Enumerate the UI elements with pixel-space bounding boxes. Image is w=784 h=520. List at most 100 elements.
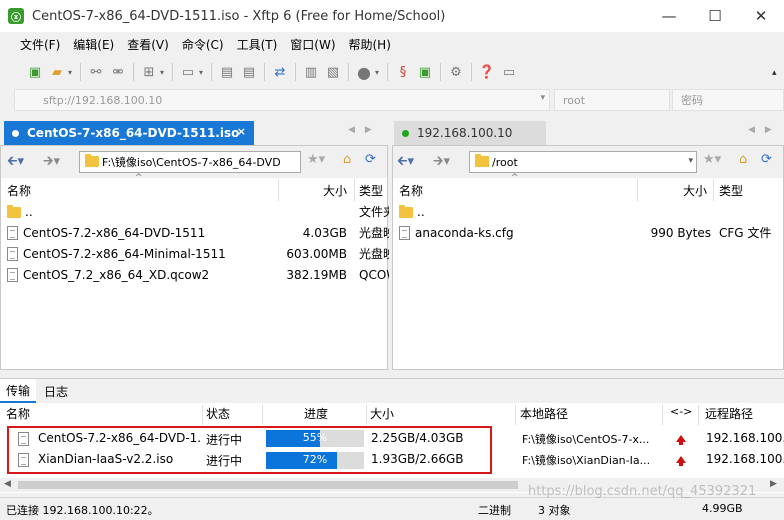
toolbar-overflow-button[interactable]: ▴ <box>772 68 777 78</box>
username-value: root <box>563 93 586 107</box>
column-status[interactable]: 状态 <box>206 405 230 422</box>
forward-button[interactable]: 🡲▾ <box>43 152 60 174</box>
refresh-button[interactable]: ⟳ <box>365 152 376 167</box>
print-button[interactable]: ▧ <box>322 61 344 83</box>
home-button[interactable]: ⌂ <box>343 152 351 167</box>
tab-transfers[interactable]: 传输 <box>0 379 37 403</box>
menu-bar: 文件(F) 编辑(E) 查看(V) 命令(C) 工具(T) 窗口(W) 帮助(H… <box>0 32 784 56</box>
password-input[interactable]: 密码 <box>672 89 784 111</box>
scroll-left-icon[interactable]: ◀ <box>4 479 11 489</box>
terminal-dropdown-button[interactable]: ▾ <box>199 68 207 77</box>
open-dropdown-button[interactable]: ▾ <box>68 68 76 77</box>
remote-path-value: /root <box>492 155 518 169</box>
file-row[interactable]: CentOS_7.2_x86_64_XD.qcow2 382.19MB QCOW… <box>7 264 389 285</box>
favorites-button[interactable]: ★▾ <box>307 152 325 167</box>
password-placeholder: 密码 <box>681 94 703 107</box>
column-local-path[interactable]: 本地路径 <box>520 405 568 422</box>
file-size: 4.03GB <box>302 225 347 240</box>
toolbar-divider <box>172 63 173 81</box>
file-row[interactable]: .. <box>399 201 783 222</box>
tab-local-iso[interactable]: CentOS-7-x86_64-DVD-1511.iso × <box>4 121 254 145</box>
host-dropdown-icon[interactable]: ▾ <box>540 93 545 103</box>
settings-button[interactable]: ⚙ <box>445 61 467 83</box>
menu-window[interactable]: 窗口(W) <box>290 36 335 53</box>
transfer-local-path: F:\镜像iso\CentOS-7-x... <box>522 433 650 446</box>
unlink-icon: ⚮ <box>112 64 124 80</box>
title-bar: ⓧ CentOS-7-x86_64-DVD-1511.iso - Xftp 6 … <box>0 0 784 32</box>
color-button[interactable]: ● <box>353 61 375 83</box>
menu-command[interactable]: 命令(C) <box>182 36 224 53</box>
sync-button[interactable]: ⇄ <box>269 61 291 83</box>
new-window-button[interactable]: ⊞ <box>138 61 160 83</box>
help-button[interactable]: ❓ <box>476 61 498 83</box>
scroll-right-icon[interactable]: ▶ <box>770 479 777 489</box>
tab-remote-host[interactable]: 192.168.100.10 <box>394 121 546 145</box>
color-dropdown-button[interactable]: ▾ <box>375 68 383 77</box>
transfer-remote-path: 192.168.100.1 <box>706 452 784 466</box>
chevron-down-icon[interactable]: ▾ <box>688 156 693 166</box>
total-size: 4.99GB <box>702 502 743 515</box>
column-direction[interactable]: <-> <box>670 405 692 418</box>
column-name[interactable]: 名称 <box>6 405 30 422</box>
paste-button[interactable]: ▥ <box>300 61 322 83</box>
status-bar: 已连接 192.168.100.10:22。 二进制 3 对象 4.99GB h… <box>0 484 784 520</box>
transfer-local-path: F:\镜像iso\XianDian-Ia... <box>522 454 651 467</box>
file-row[interactable]: .. 文件夹 <box>7 201 389 222</box>
new-window-dropdown-button[interactable]: ▾ <box>160 68 168 77</box>
xftp-button[interactable]: ▣ <box>414 61 436 83</box>
xshell-button[interactable]: § <box>392 61 414 83</box>
menu-help[interactable]: 帮助(H) <box>349 36 391 53</box>
open-folder-button[interactable]: ▰ <box>46 61 68 83</box>
terminal-button[interactable]: ▭ <box>177 61 199 83</box>
maximize-button[interactable]: ☐ <box>692 0 738 32</box>
menu-tools[interactable]: 工具(T) <box>237 36 278 53</box>
file-name: CentOS-7.2-x86_64-DVD-1511 <box>23 225 206 240</box>
connect-button[interactable]: ⚯ <box>85 61 107 83</box>
remote-path-input[interactable]: /root ▾ <box>469 151 697 173</box>
username-input[interactable]: root <box>554 89 670 111</box>
properties-button[interactable]: ▤ <box>238 61 260 83</box>
refresh-button[interactable]: ⟳ <box>761 152 772 167</box>
column-size[interactable]: 大小 <box>370 405 394 422</box>
chat-button[interactable]: ▭ <box>498 61 520 83</box>
toolbar-divider <box>387 63 388 81</box>
file-size: 382.19MB <box>286 267 347 282</box>
favorites-button[interactable]: ★▾ <box>703 152 721 167</box>
minimize-button[interactable]: — <box>646 0 692 32</box>
column-remote-path[interactable]: 远程路径 <box>705 405 753 422</box>
back-button[interactable]: 🡰▾ <box>397 152 414 174</box>
file-name: anaconda-ks.cfg <box>415 225 514 240</box>
file-icon <box>399 225 410 240</box>
left-tab-scroll-arrows[interactable]: ◀▶ <box>348 125 382 135</box>
menu-view[interactable]: 查看(V) <box>127 36 169 53</box>
file-row[interactable]: CentOS-7.2-x86_64-DVD-1511 4.03GB 光盘映像 <box>7 222 389 243</box>
column-progress[interactable]: 进度 <box>304 405 328 422</box>
forward-button[interactable]: 🡲▾ <box>433 152 450 174</box>
tab-log[interactable]: 日志 <box>38 379 74 403</box>
connection-status: 已连接 192.168.100.10:22。 <box>6 504 159 517</box>
host-input[interactable]: sftp://192.168.100.10 ▾ <box>14 89 550 111</box>
close-window-button[interactable]: ✕ <box>738 0 784 32</box>
sort-caret-icon: ^ <box>135 173 143 183</box>
toolbar-divider <box>471 63 472 81</box>
menu-file[interactable]: 文件(F) <box>20 36 60 53</box>
home-button[interactable]: ⌂ <box>739 152 747 167</box>
scrollbar-thumb[interactable] <box>18 481 518 489</box>
menu-edit[interactable]: 编辑(E) <box>73 36 114 53</box>
column-divider <box>515 405 516 425</box>
xftp-app-icon: ⓧ <box>8 8 24 24</box>
maximize-icon: ☐ <box>708 7 722 25</box>
toolbar-divider <box>264 63 265 81</box>
column-divider <box>637 179 638 201</box>
right-tab-scroll-arrows[interactable]: ◀▶ <box>748 125 782 135</box>
back-button[interactable]: 🡰▾ <box>7 152 24 174</box>
connected-dot-icon <box>402 129 409 137</box>
disconnect-button[interactable]: ⚮ <box>107 61 129 83</box>
tab-close-button[interactable]: × <box>237 125 246 138</box>
new-session-button[interactable]: ▣ <box>24 61 46 83</box>
local-path-input[interactable]: F:\镜像iso\CentOS-7-x86_64-DVD <box>79 151 301 173</box>
copy-button[interactable]: ▤ <box>216 61 238 83</box>
chat-bubble-icon: ▭ <box>502 64 516 80</box>
file-row[interactable]: anaconda-ks.cfg 990 Bytes CFG 文件 <box>399 222 783 243</box>
file-row[interactable]: CentOS-7.2-x86_64-Minimal-1511 603.00MB … <box>7 243 389 264</box>
